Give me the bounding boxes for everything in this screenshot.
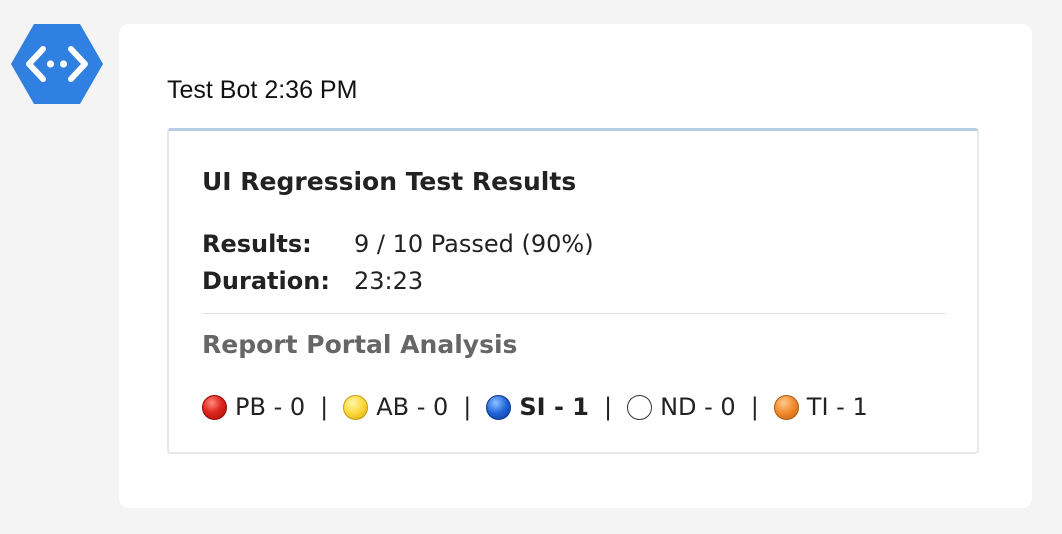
orange-circle-icon (773, 394, 799, 420)
defect-item-ab: AB - 0 (343, 393, 448, 421)
analysis-title: Report Portal Analysis (202, 330, 518, 359)
divider (202, 313, 946, 314)
defect-label: TI - 1 (806, 393, 868, 421)
defect-item-pb: PB - 0 (202, 393, 305, 421)
fact-value: 23:23 (354, 267, 424, 295)
separator: | (603, 393, 613, 421)
blue-circle-icon (486, 394, 512, 420)
fact-row-duration: Duration: 23:23 (202, 266, 423, 296)
message-time: 2:36 PM (264, 76, 358, 104)
defect-item-nd: ND - 0 (627, 393, 736, 421)
message-bubble: Test Bot 2:36 PM UI Regression Test Resul… (119, 24, 1032, 508)
defect-item-ti: TI - 1 (773, 393, 868, 421)
fact-label: Duration: (202, 267, 330, 295)
bot-avatar[interactable] (10, 22, 104, 106)
bot-name: Test Bot (167, 76, 258, 104)
red-circle-icon (202, 394, 227, 420)
fact-value: 9 / 10 Passed (90%) (354, 230, 594, 258)
separator: | (750, 393, 759, 421)
separator: | (320, 393, 329, 421)
defect-label: AB - 0 (376, 393, 449, 421)
message-header: Test Bot 2:36 PM (167, 75, 357, 105)
white-circle-icon (627, 394, 653, 420)
yellow-circle-icon (343, 394, 369, 420)
defect-label: PB - 0 (235, 393, 306, 421)
defect-label: SI - 1 (519, 393, 589, 421)
defect-item-si: SI - 1 (486, 393, 589, 421)
separator: | (463, 393, 472, 421)
defect-label: ND - 0 (660, 393, 736, 421)
fact-row-results: Results: 9 / 10 Passed (90%) (202, 229, 594, 259)
adaptive-card: UI Regression Test Results Results: 9 / 1… (167, 128, 979, 454)
bot-code-hexagon-icon (11, 24, 103, 104)
defect-summary: PB - 0 | AB - 0 | SI - 1 | ND - 0 | TI -… (202, 392, 868, 422)
fact-label: Results: (202, 230, 312, 258)
card-title: UI Regression Test Results (202, 167, 577, 196)
